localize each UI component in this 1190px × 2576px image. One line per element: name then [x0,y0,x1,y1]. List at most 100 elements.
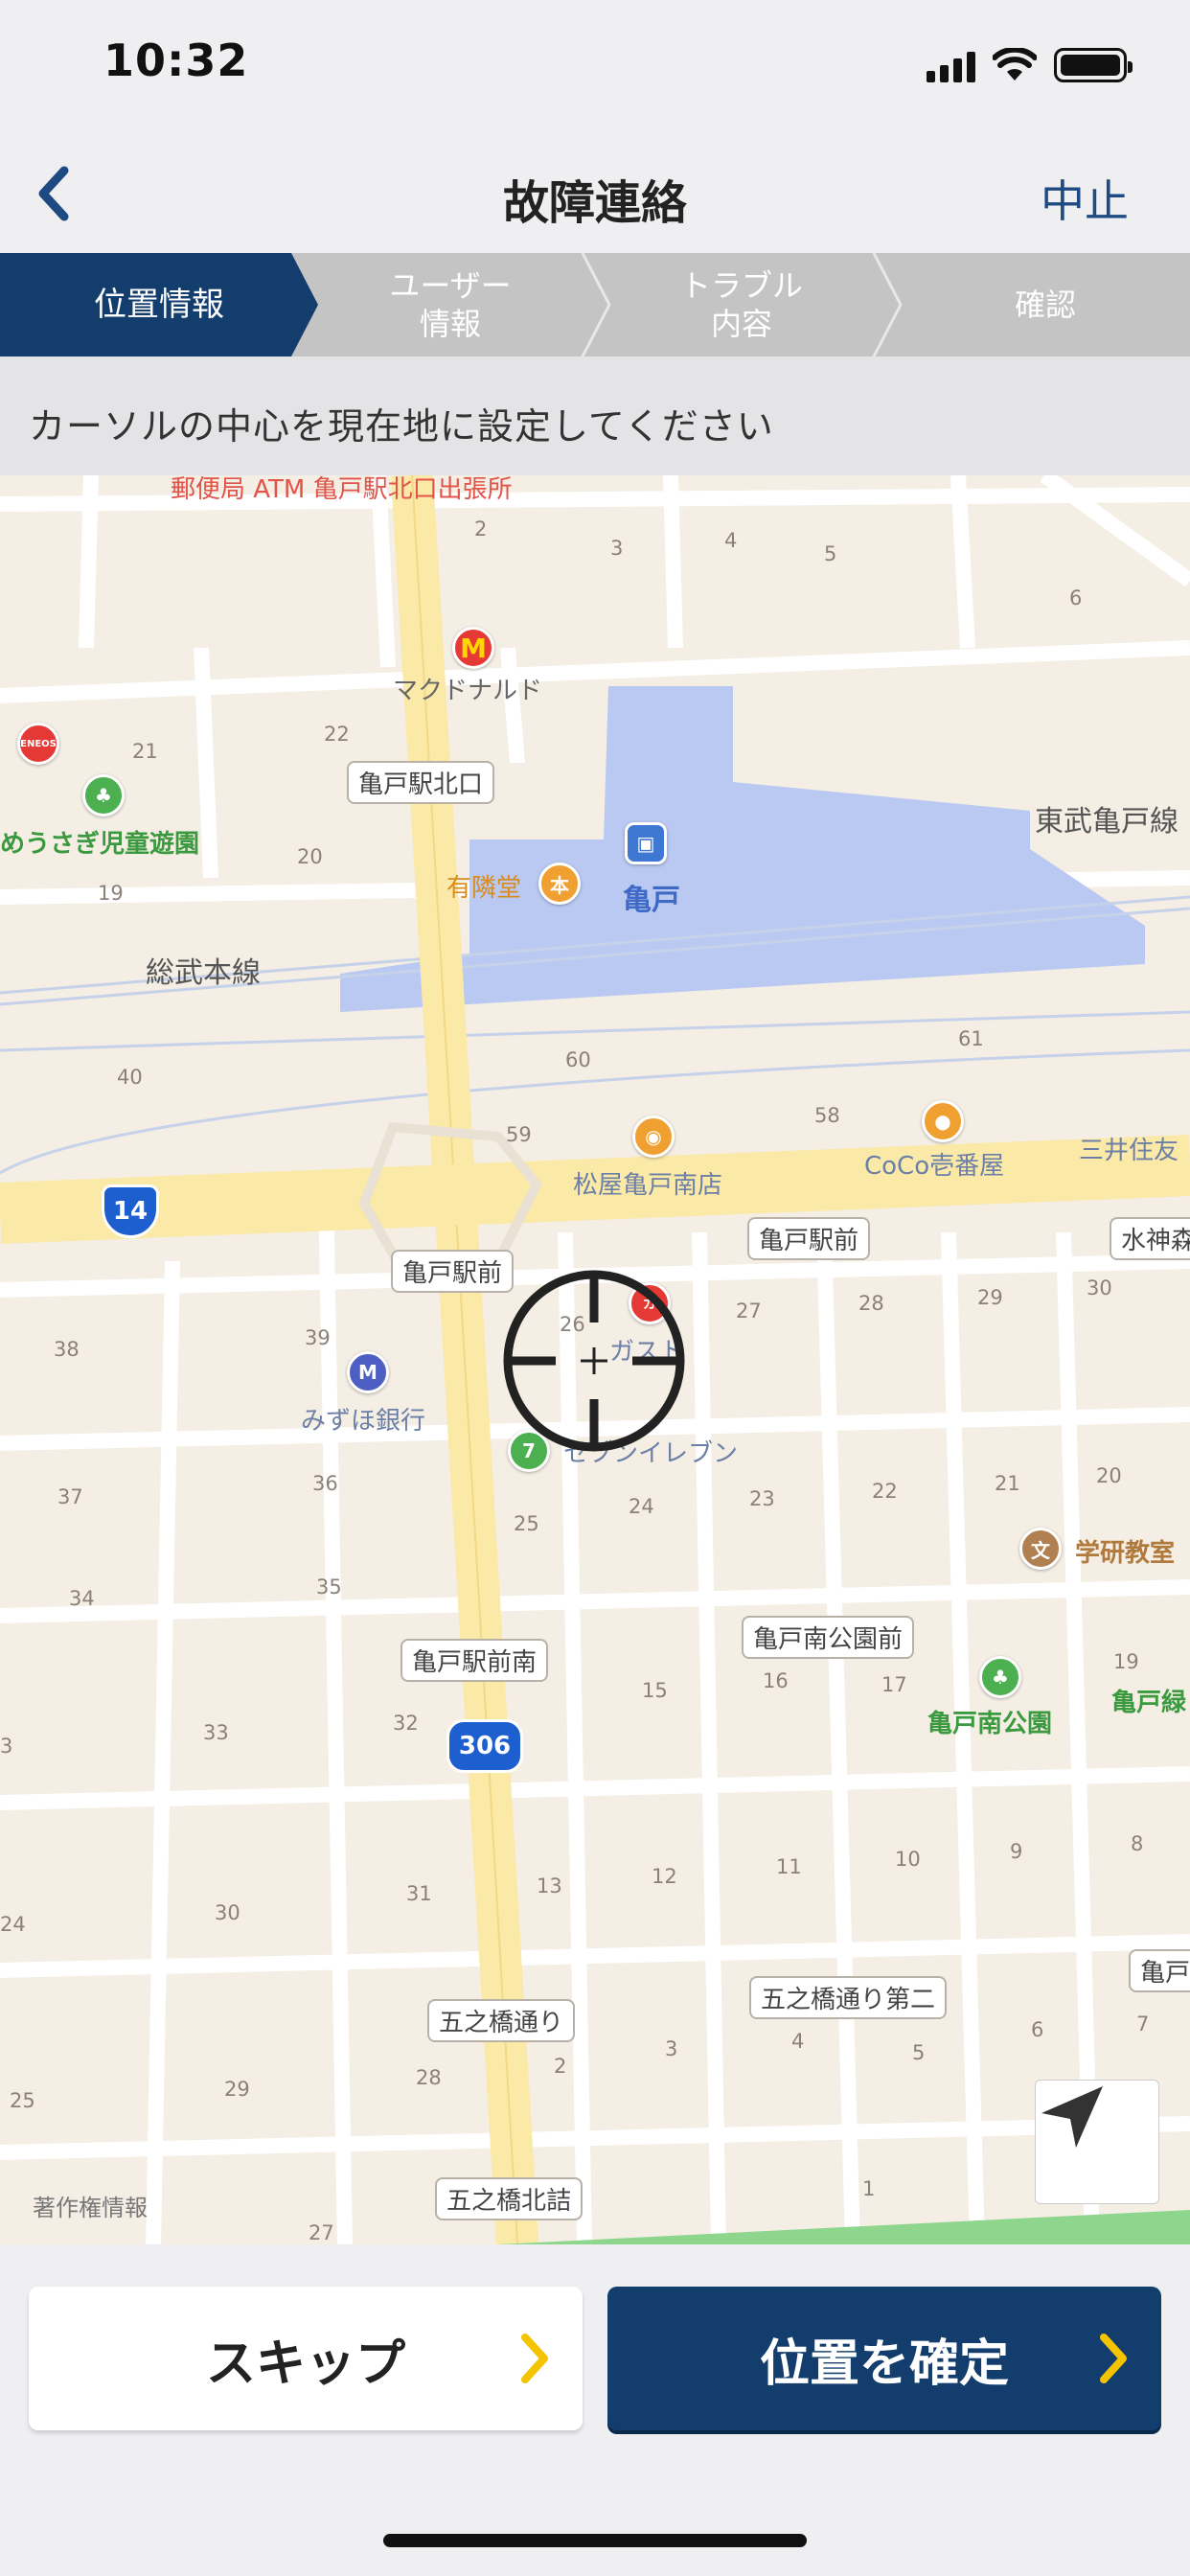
block-number: 27 [736,1300,762,1322]
intersection-label: 亀戸駅前 [391,1250,515,1293]
step-confirm: 確認 [1014,287,1076,323]
block-number: 29 [977,1286,1003,1309]
location-arrow-icon [1041,2086,1103,2148]
mcdonalds-icon: M [452,627,494,669]
map-label-sobu-line: 総武本線 [146,956,261,990]
block-number: 3 [610,537,624,560]
block-number: 23 [749,1487,775,1510]
intersection-label: 亀戸駅北口 [347,761,495,804]
block-number: 27 [309,2221,334,2244]
block-number: 19 [98,882,124,905]
map-copyright-link[interactable]: 著作権情報 [33,2189,148,2222]
map-label-coco: CoCo壱番屋 [864,1152,1005,1181]
route-306-shield: 306 [446,1719,523,1773]
battery-icon [1054,48,1133,82]
block-number: 2 [474,518,488,540]
restaurant-icon: ◉ [632,1116,675,1158]
confirm-location-button[interactable]: 位置を確定 [607,2287,1161,2430]
block-number: 4 [724,529,738,552]
block-number: 34 [69,1587,95,1610]
map-label-mitsui: 三井住友 [1079,1137,1179,1165]
block-number: 11 [776,1855,802,1878]
step-location: 位置情報 [94,286,224,324]
block-number: 59 [506,1123,532,1146]
navigation-bar: 故障連絡 中止 [0,134,1190,253]
block-number: 25 [514,1512,539,1535]
eneos-icon: ENEOS [17,723,59,765]
block-number: 32 [393,1712,419,1735]
bottom-action-bar: スキップ 位置を確定 [0,2244,1190,2576]
current-location-button[interactable] [1035,2080,1159,2204]
bank-icon: M [347,1351,389,1393]
block-number: 31 [406,1882,432,1905]
intersection-label: 亀戸南公園前 [742,1616,915,1659]
block-number: 7 [1136,2012,1150,2036]
block-number: 3 [0,1735,13,1758]
block-number: 6 [1069,586,1083,610]
intersection-label: 五之橋北詰 [435,2177,584,2220]
intersection-label: 亀戸駅前 [747,1217,871,1260]
block-number: 15 [642,1679,668,1702]
curry-icon: ● [922,1100,964,1142]
block-number: 29 [224,2078,250,2101]
map-label-post-office: 郵便局 ATM 亀戸駅北口出張所 [171,475,513,504]
block-number: 36 [312,1472,338,1495]
block-number: 10 [895,1848,921,1871]
map-label-park-umeusagi: めうさぎ児童遊園 [0,830,200,859]
block-number: 20 [297,845,323,868]
map-label-station: 亀戸 [623,884,680,917]
block-number: 33 [203,1721,229,1744]
step-trouble: トラブル 内容 [679,267,803,342]
map-view[interactable]: 郵便局 ATM 亀戸駅北口出張所 2 3 4 5 6 21 22 20 19 4… [0,475,1190,2244]
block-number: 61 [958,1027,984,1050]
crosshair-cursor-icon [503,1270,685,1452]
intersection-label: 五之橋通り [427,1999,576,2042]
chevron-right-icon [1100,2334,1127,2383]
intersection-label: 亀戸 [1129,1949,1190,1992]
block-number: 6 [1031,2018,1044,2041]
map-label-mizuho: みずほ銀行 [301,1407,426,1436]
block-number: 25 [10,2089,35,2112]
block-number: 37 [57,1485,83,1508]
block-number: 1 [862,2177,876,2200]
block-number: 19 [1113,1650,1139,1673]
block-number: 22 [324,723,350,746]
block-number: 4 [791,2030,805,2053]
skip-button-label: スキップ [205,2334,405,2393]
status-icons [927,44,1133,82]
intersection-label: 亀戸駅前南 [400,1639,549,1682]
home-indicator[interactable] [383,2534,807,2547]
block-number: 20 [1096,1464,1122,1487]
block-number: 12 [652,1865,677,1888]
map-label-matsuya: 松屋亀戸南店 [573,1171,723,1200]
map-label-kameido-ryoku: 亀戸緑 [1111,1689,1187,1717]
school-icon: 文 [1019,1528,1062,1570]
status-time: 10:32 [103,34,249,86]
page-title: 故障連絡 [502,176,687,230]
block-number: 40 [117,1066,143,1089]
block-number: 28 [858,1292,884,1315]
intersection-label: 五之橋通り第二 [749,1976,948,2019]
block-number: 5 [912,2041,926,2064]
train-icon: ▣ [625,822,667,864]
instruction-banner: カーソルの中心を現在地に設定してください [0,356,1190,475]
map-label-yurindo: 有隣堂 [446,874,522,903]
cancel-button[interactable]: 中止 [1041,167,1129,230]
block-number: 60 [565,1048,591,1071]
block-number: 21 [132,740,158,763]
block-number: 8 [1131,1832,1144,1855]
intersection-label: 水神森 [1110,1217,1190,1260]
block-number: 39 [305,1326,331,1349]
block-number: 13 [537,1874,562,1898]
book-icon: 本 [538,862,581,905]
block-number: 9 [1010,1840,1023,1863]
block-number: 21 [995,1472,1020,1495]
block-number: 30 [1087,1276,1112,1300]
block-number: 3 [665,2037,678,2060]
step-progress: 位置情報 ユーザー 情報 トラブル 内容 確認 [0,253,1190,356]
block-number: 2 [554,2055,567,2078]
block-number: 58 [814,1104,840,1127]
status-bar: 10:32 [0,0,1190,134]
skip-button[interactable]: スキップ [29,2287,583,2430]
block-number: 30 [215,1901,240,1924]
